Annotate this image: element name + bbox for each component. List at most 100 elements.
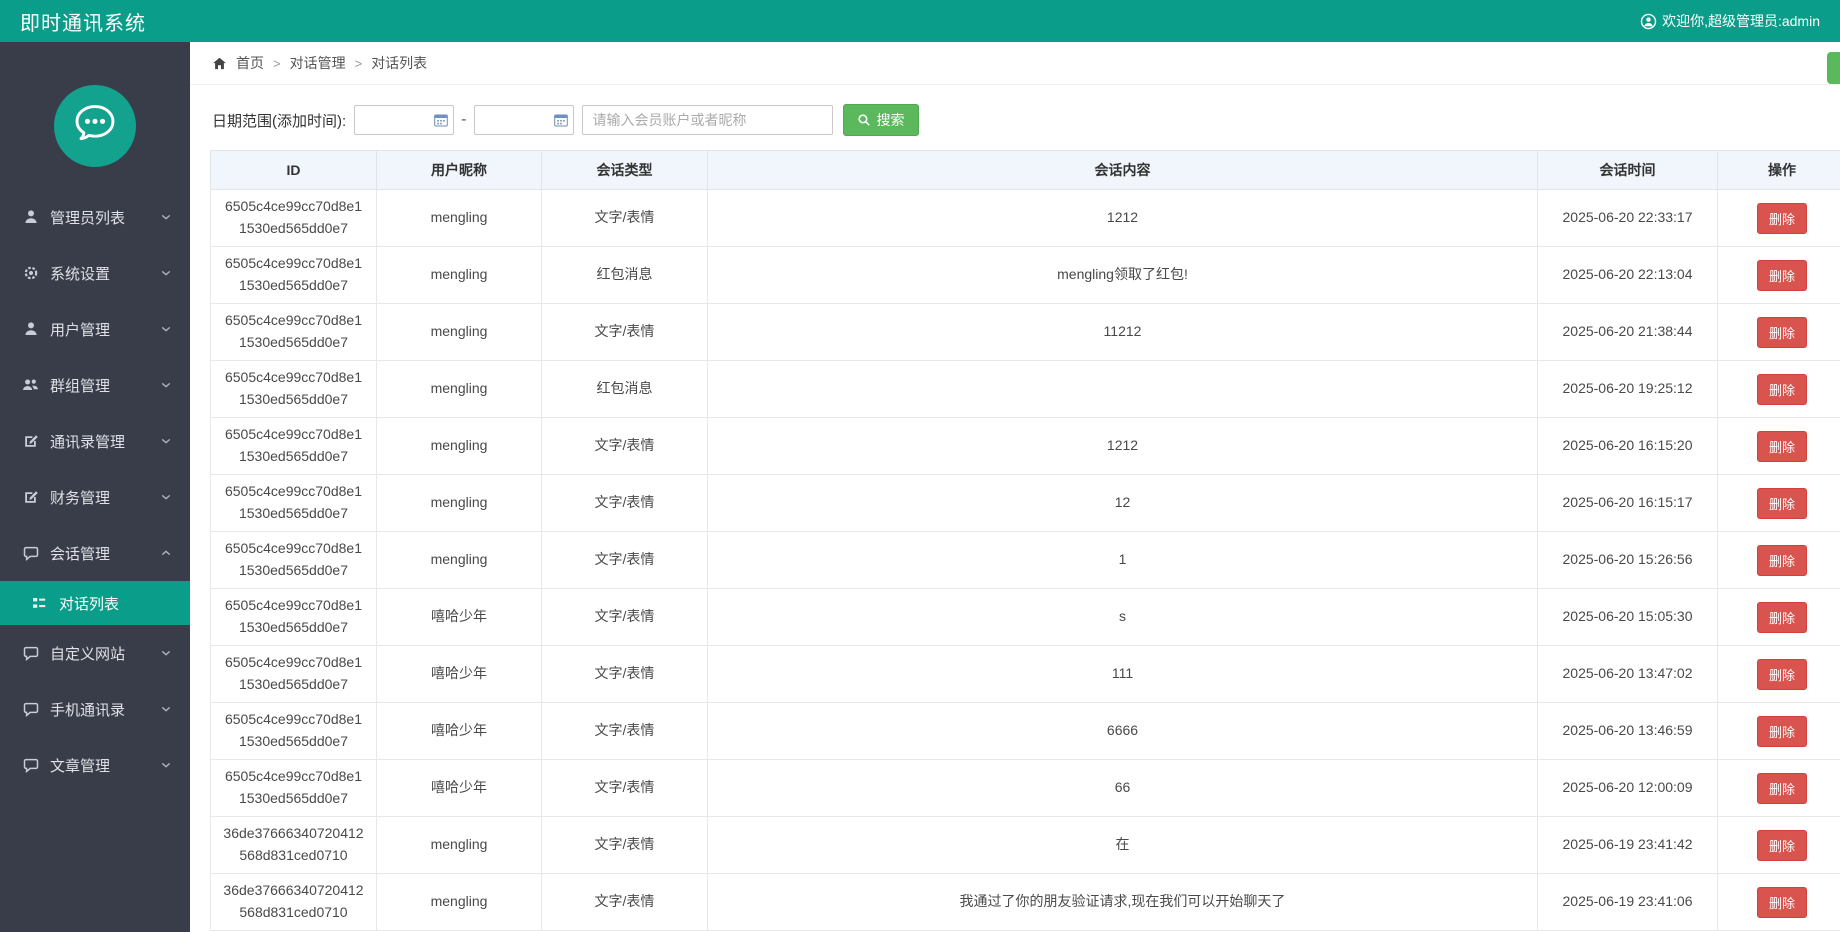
breadcrumb-separator: > bbox=[273, 55, 281, 71]
cell-actions: 删除 bbox=[1717, 417, 1840, 475]
cell-time: 2025-06-20 15:26:56 bbox=[1537, 531, 1718, 589]
cell-type: 文字/表情 bbox=[541, 417, 708, 475]
cell-time: 2025-06-20 21:38:44 bbox=[1537, 303, 1718, 361]
cell-nickname: mengling bbox=[376, 303, 542, 361]
main-content: 首页 > 对话管理 > 对话列表 日期范围(添加时间): - 搜索 bbox=[190, 42, 1840, 932]
chat-bubble-icon bbox=[68, 97, 122, 156]
cell-id: 6505c4ce99cc70d8e11530ed565dd0e7 bbox=[210, 702, 377, 760]
search-button[interactable]: 搜索 bbox=[842, 104, 919, 136]
cell-content: mengling领取了红包! bbox=[707, 246, 1538, 304]
sidebar-item-admin-list[interactable]: 管理员列表 bbox=[0, 189, 190, 245]
sidebar-item-finance-management[interactable]: 财务管理 bbox=[0, 469, 190, 525]
date-separator: - bbox=[461, 111, 467, 128]
cell-content: 66 bbox=[707, 759, 1538, 817]
cell-actions: 删除 bbox=[1717, 303, 1840, 361]
conversation-table: ID 用户昵称 会话类型 会话内容 会话时间 操作 6505c4ce99cc70d8e11… bbox=[210, 150, 1840, 931]
search-button-label: 搜索 bbox=[876, 112, 905, 128]
cell-content: 我通过了你的朋友验证请求,现在我们可以开始聊天了 bbox=[707, 873, 1538, 931]
cell-content: 1212 bbox=[707, 189, 1538, 247]
cell-actions: 删除 bbox=[1717, 360, 1840, 418]
cell-id: 36de37666340720412568d831ced0710 bbox=[210, 873, 377, 931]
user-circle-icon bbox=[1640, 13, 1657, 30]
cell-actions: 删除 bbox=[1717, 189, 1840, 247]
cell-time: 2025-06-20 16:15:17 bbox=[1537, 474, 1718, 532]
cell-nickname: mengling bbox=[376, 531, 542, 589]
delete-button[interactable]: 删除 bbox=[1756, 772, 1807, 804]
delete-button[interactable]: 删除 bbox=[1756, 487, 1807, 519]
table-row: 6505c4ce99cc70d8e11530ed565dd0e7 mengling… bbox=[210, 474, 1840, 532]
cell-nickname: mengling bbox=[376, 873, 542, 931]
cell-content: 11212 bbox=[707, 303, 1538, 361]
sidebar-item-article-management[interactable]: 文章管理 bbox=[0, 737, 190, 793]
cell-id: 6505c4ce99cc70d8e11530ed565dd0e7 bbox=[210, 189, 377, 247]
sidebar-subitem-dialog-list[interactable]: 对话列表 bbox=[0, 581, 190, 625]
app-logo bbox=[54, 85, 136, 167]
delete-button[interactable]: 删除 bbox=[1756, 601, 1807, 633]
cell-time: 2025-06-20 13:47:02 bbox=[1537, 645, 1718, 703]
breadcrumb-link-dialog-management[interactable]: 对话管理 bbox=[290, 53, 346, 73]
sidebar-item-contacts-management[interactable]: 通讯录管理 bbox=[0, 413, 190, 469]
delete-button[interactable]: 删除 bbox=[1756, 259, 1807, 291]
cell-id: 6505c4ce99cc70d8e11530ed565dd0e7 bbox=[210, 246, 377, 304]
welcome-area[interactable]: 欢迎你,超级管理员:admin bbox=[1640, 11, 1820, 31]
chevron-down-icon bbox=[160, 435, 172, 447]
cell-type: 文字/表情 bbox=[541, 303, 708, 361]
cell-nickname: mengling bbox=[376, 246, 542, 304]
delete-button[interactable]: 删除 bbox=[1756, 829, 1807, 861]
breadcrumb-link-home[interactable]: 首页 bbox=[236, 53, 264, 73]
breadcrumb: 首页 > 对话管理 > 对话列表 bbox=[190, 42, 1840, 85]
cell-nickname: 嘻哈少年 bbox=[376, 759, 542, 817]
chevron-down-icon bbox=[160, 703, 172, 715]
column-header-3: 会话内容 bbox=[707, 150, 1538, 190]
app-title: 即时通讯系统 bbox=[20, 12, 146, 35]
cell-actions: 删除 bbox=[1717, 702, 1840, 760]
cell-time: 2025-06-20 22:33:17 bbox=[1537, 189, 1718, 247]
sidebar-item-user-management[interactable]: 用户管理 bbox=[0, 301, 190, 357]
table-row: 6505c4ce99cc70d8e11530ed565dd0e7 mengling… bbox=[210, 417, 1840, 475]
calendar-icon[interactable] bbox=[553, 112, 569, 128]
chevron-down-icon bbox=[160, 323, 172, 335]
delete-button[interactable]: 删除 bbox=[1756, 658, 1807, 690]
sidebar-item-label: 管理员列表 bbox=[50, 209, 126, 227]
breadcrumb-link-dialog-list[interactable]: 对话列表 bbox=[371, 53, 427, 73]
sidebar-item-label: 文章管理 bbox=[50, 757, 111, 775]
chevron-down-icon bbox=[160, 267, 172, 279]
delete-button[interactable]: 删除 bbox=[1756, 544, 1807, 576]
users-icon bbox=[22, 377, 39, 394]
sidebar-subitem-label: 对话列表 bbox=[59, 595, 120, 613]
sidebar-item-system-settings[interactable]: 系统设置 bbox=[0, 245, 190, 301]
cell-type: 文字/表情 bbox=[541, 189, 708, 247]
filter-bar: 日期范围(添加时间): - 搜索 bbox=[212, 104, 1840, 136]
comment-icon bbox=[22, 645, 39, 662]
sidebar-item-phone-contacts[interactable]: 手机通讯录 bbox=[0, 681, 190, 737]
delete-button[interactable]: 删除 bbox=[1756, 715, 1807, 747]
cell-actions: 删除 bbox=[1717, 531, 1840, 589]
sidebar-item-custom-website[interactable]: 自定义网站 bbox=[0, 625, 190, 681]
delete-button[interactable]: 删除 bbox=[1756, 316, 1807, 348]
cell-nickname: 嘻哈少年 bbox=[376, 588, 542, 646]
delete-button[interactable]: 删除 bbox=[1756, 202, 1807, 234]
cell-content: 1 bbox=[707, 531, 1538, 589]
table-body: 6505c4ce99cc70d8e11530ed565dd0e7 mengling… bbox=[210, 189, 1840, 931]
cell-actions: 删除 bbox=[1717, 816, 1840, 874]
floating-action-tab[interactable] bbox=[1827, 52, 1840, 84]
cell-content: s bbox=[707, 588, 1538, 646]
cell-type: 文字/表情 bbox=[541, 588, 708, 646]
edit-icon bbox=[22, 489, 39, 506]
cell-time: 2025-06-20 16:15:20 bbox=[1537, 417, 1718, 475]
delete-button[interactable]: 删除 bbox=[1756, 886, 1807, 918]
sidebar-item-group-management[interactable]: 群组管理 bbox=[0, 357, 190, 413]
sidebar-item-session-management[interactable]: 会话管理 bbox=[0, 525, 190, 581]
chevron-up-icon bbox=[160, 547, 172, 559]
column-header-2: 会话类型 bbox=[541, 150, 708, 190]
cell-id: 6505c4ce99cc70d8e11530ed565dd0e7 bbox=[210, 759, 377, 817]
cell-type: 红包消息 bbox=[541, 246, 708, 304]
cell-time: 2025-06-20 22:13:04 bbox=[1537, 246, 1718, 304]
calendar-icon[interactable] bbox=[433, 112, 449, 128]
cell-type: 文字/表情 bbox=[541, 531, 708, 589]
search-input[interactable] bbox=[581, 105, 833, 135]
sidebar-menu: 管理员列表系统设置 用户管理 群组管理 通讯录管理 财务管理 会话管理对话列表自定义网站手… bbox=[0, 189, 190, 793]
delete-button[interactable]: 删除 bbox=[1756, 430, 1807, 462]
delete-button[interactable]: 删除 bbox=[1756, 373, 1807, 405]
cell-actions: 删除 bbox=[1717, 759, 1840, 817]
